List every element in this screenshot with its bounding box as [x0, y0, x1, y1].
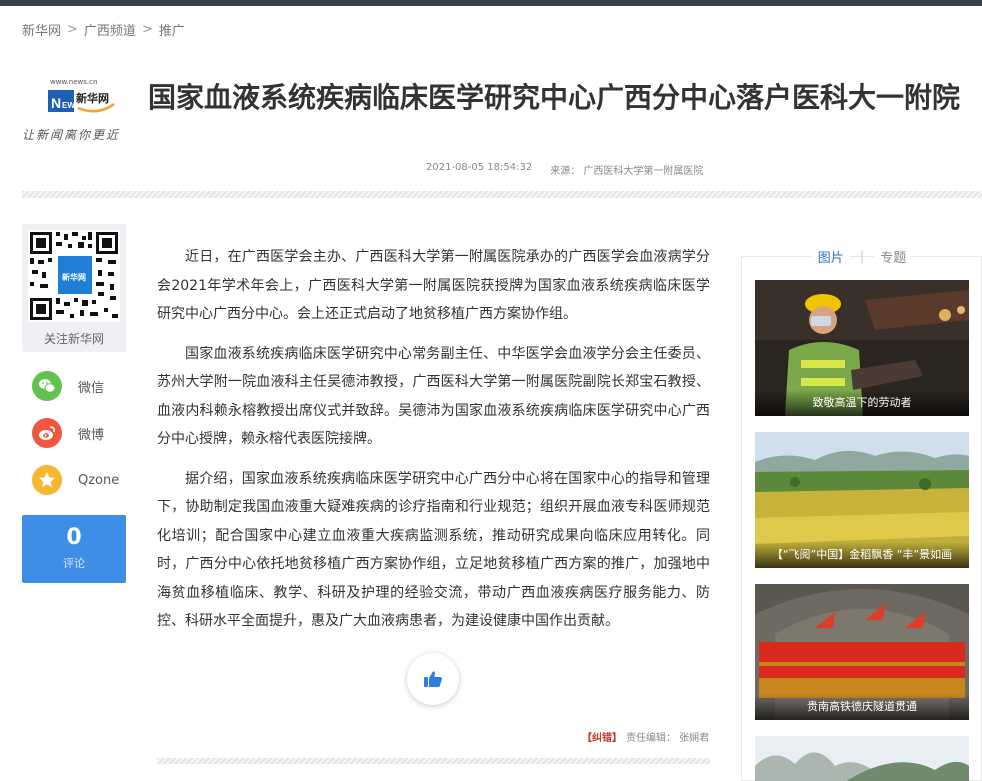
comment-count: 0: [66, 525, 82, 550]
correction-link[interactable]: 【纠错】: [582, 729, 622, 744]
editor-line: 【纠错】 责任编辑： 张娴君: [582, 729, 709, 744]
article-paragraph: 国家血液系统疾病临床医学研究中心常务副主任、中华医学会血液学分会主任委员、苏州大…: [157, 345, 710, 448]
logo-slogan: 让新闻离你更近: [22, 128, 121, 142]
share-weibo-button[interactable]: 微博: [32, 418, 104, 448]
share-qzone-button[interactable]: Qzone: [32, 465, 119, 495]
photo-sidebar: 图片 | 专题 致敬高温下的劳动者 【“飞阅”中国】金稻飘香 “丰”景如画 贵南…: [741, 247, 982, 781]
xinhuanet-logo[interactable]: www.news.cn N EWS 新华网 让新闻离你更近: [22, 74, 132, 148]
breadcrumb-xinhuanet[interactable]: 新华网: [22, 20, 61, 39]
photo-caption: 致敬高温下的劳动者: [755, 390, 969, 416]
photo-card[interactable]: 【“飞阅”中国】金稻飘香 “丰”景如画: [755, 432, 969, 568]
qr-center-badge: 新华网: [62, 273, 86, 282]
comment-label: 评论: [63, 557, 85, 570]
tab-separator: |: [859, 249, 865, 264]
logo-url-text: www.news.cn: [50, 78, 98, 86]
article-title: 国家血液系统疾病临床医学研究中心广西分中心落户医科大一附院: [147, 81, 960, 114]
article-body: 近日，在广西医学会主办、广西医科大学第一附属医院承办的广西医学会血液病学分会20…: [157, 243, 710, 647]
article-bottom-divider: [157, 758, 710, 764]
logo-mark: N EWS 新华网: [48, 90, 115, 113]
article-datetime: 2021-08-05 18:54:32: [426, 162, 533, 173]
photo-card[interactable]: [755, 736, 969, 781]
wechat-label: 微信: [78, 380, 105, 396]
thumbs-up-icon: [424, 671, 442, 687]
header-divider: [22, 191, 982, 198]
article-meta: 2021-08-05 18:54:32 来源： 广西医科大学第一附属医院: [426, 162, 703, 177]
tab-topics[interactable]: 专题: [874, 247, 913, 266]
breadcrumb-promotion[interactable]: 推广: [159, 20, 185, 39]
article-paragraph: 近日，在广西医学会主办、广西医科大学第一附属医院承办的广西医学会血液病学分会20…: [157, 249, 710, 322]
breadcrumb: 新华网 > 广西频道 > 推广: [22, 20, 185, 39]
qr-code-panel: 新华网 关注新华网: [22, 224, 126, 352]
breadcrumb-separator: >: [67, 22, 78, 37]
photo-card[interactable]: 贵南高铁德庆隧道贯通: [755, 584, 969, 720]
article-paragraph: 据介绍，国家血液系统疾病临床医学研究中心广西分中心将在国家中心的指导和管理下，协…: [157, 470, 710, 630]
follow-xinhuanet-label: 关注新华网: [43, 332, 104, 346]
photo-caption: 贵南高铁德庆隧道贯通: [755, 694, 969, 720]
share-wechat-button[interactable]: 微信: [32, 371, 104, 401]
like-button[interactable]: [407, 653, 459, 705]
wechat-icon: [32, 371, 62, 401]
comments-button[interactable]: 0 评论: [22, 515, 126, 583]
top-bar: [0, 0, 982, 6]
breadcrumb-guangxi-channel[interactable]: 广西频道: [84, 20, 136, 39]
responsible-editor: 责任编辑： 张娴君: [626, 733, 710, 744]
qzone-label: Qzone: [78, 472, 120, 488]
weibo-label: 微博: [78, 427, 105, 443]
svg-text:新华网: 新华网: [76, 91, 109, 105]
sidebar-tabs: 图片 | 专题: [742, 247, 982, 266]
photo-karst-mountains: [755, 736, 969, 781]
breadcrumb-separator: >: [141, 22, 153, 37]
photo-card[interactable]: 致敬高温下的劳动者: [755, 280, 969, 416]
tab-pictures[interactable]: 图片: [811, 247, 850, 266]
qzone-icon: [32, 465, 62, 495]
article-source: 来源： 广西医科大学第一附属医院: [550, 166, 704, 177]
svg-text:N: N: [51, 95, 61, 111]
photo-caption: 【“飞阅”中国】金稻飘香 “丰”景如画: [755, 542, 969, 568]
weibo-icon: [32, 418, 62, 448]
